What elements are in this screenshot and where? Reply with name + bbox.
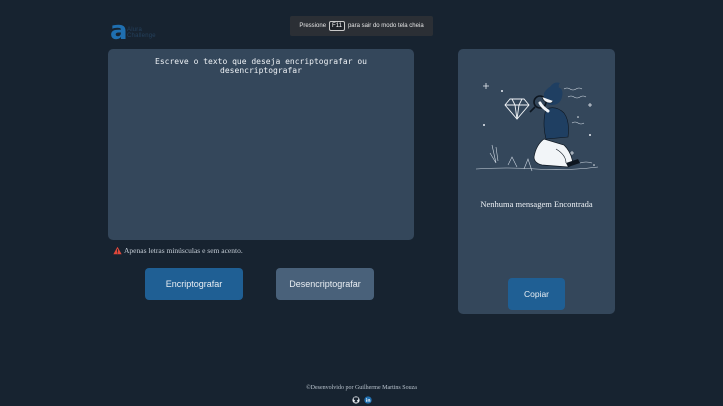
github-icon[interactable] [352, 396, 360, 404]
decrypt-button[interactable]: Desencriptografar [276, 268, 374, 300]
footer-credit: ©Desenvolvido por Guilherme Martins Souz… [306, 385, 417, 391]
person-with-magnifier-illustration [475, 82, 599, 172]
warning-icon [113, 246, 122, 255]
empty-message: Nenhuma mensagem Encontrada [480, 199, 593, 209]
logo-text: Alura Challenge [127, 27, 156, 39]
footer-icons [352, 396, 372, 404]
fullscreen-banner-suffix: para sair do modo tela cheia [347, 23, 424, 29]
logo: a Alura Challenge [110, 18, 170, 44]
message-input[interactable] [108, 49, 414, 240]
warning-text: Apenas letras minúsculas e sem acento. [124, 246, 243, 255]
fullscreen-banner: Pressione F11 para sair do modo tela che… [290, 16, 433, 36]
warning-message: Apenas letras minúsculas e sem acento. [113, 246, 243, 255]
copy-button[interactable]: Copiar [508, 278, 565, 310]
output-panel: Nenhuma mensagem Encontrada Copiar [458, 49, 615, 314]
encrypt-button[interactable]: Encriptografar [145, 268, 243, 300]
linkedin-icon[interactable] [364, 396, 372, 404]
fullscreen-key: F11 [329, 21, 345, 31]
fullscreen-banner-prefix: Pressione [299, 23, 327, 29]
logo-letter: a [110, 16, 128, 46]
